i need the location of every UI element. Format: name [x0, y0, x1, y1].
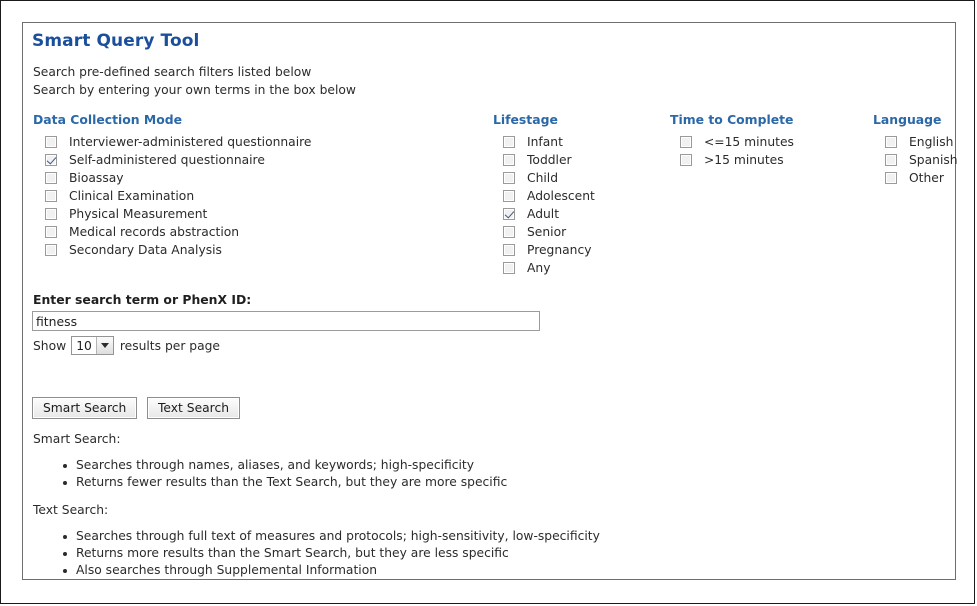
checkbox-icon[interactable]	[45, 190, 57, 202]
checkbox-icon[interactable]	[885, 172, 897, 184]
checkbox-row[interactable]: Physical Measurement	[33, 205, 311, 223]
filter-group-title: Data Collection Mode	[33, 112, 183, 127]
checkbox-row[interactable]: Clinical Examination	[33, 187, 311, 205]
smart-search-help-list: Searches through names, aliases, and key…	[63, 457, 507, 491]
outer-frame: Smart Query Tool Search pre-defined sear…	[0, 0, 975, 604]
checkbox-list: <=15 minutes >15 minutes	[670, 133, 794, 169]
checkbox-row[interactable]: English	[873, 133, 958, 151]
checkbox-checked-icon[interactable]	[503, 208, 515, 220]
text-search-help-list: Searches through full text of measures a…	[63, 528, 600, 579]
results-per-page-value: 10	[76, 338, 92, 353]
smart-query-tool-panel: Smart Query Tool Search pre-defined sear…	[22, 22, 958, 580]
checkbox-row[interactable]: Infant	[493, 133, 595, 151]
checkbox-row[interactable]: Child	[493, 169, 595, 187]
filter-group-language: Language English Spanish Other	[873, 112, 958, 187]
filter-group-time-to-complete: Time to Complete <=15 minutes >15 minutes	[670, 112, 794, 169]
search-input[interactable]	[32, 311, 540, 331]
page-title: Smart Query Tool	[32, 31, 200, 51]
checkbox-icon[interactable]	[45, 172, 57, 184]
checkbox-label: Child	[527, 171, 559, 185]
checkbox-icon[interactable]	[885, 154, 897, 166]
checkbox-label: Bioassay	[69, 171, 124, 185]
text-search-button[interactable]: Text Search	[147, 397, 241, 419]
checkbox-icon[interactable]	[45, 244, 57, 256]
checkbox-icon[interactable]	[503, 172, 515, 184]
checkbox-label: Spanish	[909, 153, 958, 167]
checkbox-label: Any	[527, 261, 551, 275]
checkbox-icon[interactable]	[503, 262, 515, 274]
checkbox-icon[interactable]	[45, 136, 57, 148]
checkbox-row[interactable]: Medical records abstraction	[33, 223, 311, 241]
filter-group-title: Lifestage	[493, 112, 558, 127]
results-per-page-control: Show 10 results per page	[33, 336, 220, 355]
checkbox-row[interactable]: <=15 minutes	[670, 133, 794, 151]
help-list-item: Also searches through Supplemental Infor…	[63, 562, 600, 579]
checkbox-label: >15 minutes	[704, 153, 784, 167]
checkbox-label: English	[909, 135, 954, 149]
checkbox-row[interactable]: Other	[873, 169, 958, 187]
help-list-item: Returns fewer results than the Text Sear…	[63, 474, 507, 491]
checkbox-row[interactable]: Toddler	[493, 151, 595, 169]
results-per-page-select[interactable]: 10	[71, 336, 114, 355]
checkbox-label: Interviewer-administered questionnaire	[69, 135, 312, 149]
checkbox-icon[interactable]	[45, 208, 57, 220]
checkbox-list: Interviewer-administered questionnaire Se…	[33, 133, 311, 259]
checkbox-icon[interactable]	[45, 226, 57, 238]
checkbox-row[interactable]: Secondary Data Analysis	[33, 241, 311, 259]
checkbox-row[interactable]: Self-administered questionnaire	[33, 151, 311, 169]
checkbox-label: Adult	[527, 207, 560, 221]
checkbox-row[interactable]: Any	[493, 259, 595, 277]
checkbox-icon[interactable]	[503, 190, 515, 202]
checkbox-icon[interactable]	[503, 136, 515, 148]
filter-group-data-collection-mode: Data Collection Mode Interviewer-adminis…	[33, 112, 311, 259]
show-label: Show	[33, 338, 67, 353]
checkbox-label: Pregnancy	[527, 243, 592, 257]
checkbox-list: English Spanish Other	[873, 133, 958, 187]
checkbox-label: Adolescent	[527, 189, 595, 203]
checkbox-row[interactable]: Adult	[493, 205, 595, 223]
checkbox-row[interactable]: Bioassay	[33, 169, 311, 187]
filter-group-title: Language	[873, 112, 942, 127]
checkbox-label: Clinical Examination	[69, 189, 195, 203]
checkbox-label: Other	[909, 171, 944, 185]
checkbox-label: Self-administered questionnaire	[69, 153, 265, 167]
checkbox-checked-icon[interactable]	[45, 154, 57, 166]
checkbox-row[interactable]: Interviewer-administered questionnaire	[33, 133, 311, 151]
checkbox-icon[interactable]	[680, 136, 692, 148]
checkbox-label: <=15 minutes	[704, 135, 794, 149]
subtitle-line-1: Search pre-defined search filters listed…	[33, 65, 312, 79]
chevron-down-icon[interactable]	[95, 337, 113, 354]
checkbox-icon[interactable]	[503, 154, 515, 166]
checkbox-icon[interactable]	[885, 136, 897, 148]
help-list-item: Searches through full text of measures a…	[63, 528, 600, 545]
search-field-label: Enter search term or PhenX ID:	[33, 292, 252, 307]
checkbox-icon[interactable]	[503, 226, 515, 238]
smart-search-help-heading: Smart Search:	[33, 432, 121, 446]
help-list-item: Returns more results than the Smart Sear…	[63, 545, 600, 562]
filter-group-title: Time to Complete	[670, 112, 794, 127]
subtitle-line-2: Search by entering your own terms in the…	[33, 83, 356, 97]
checkbox-row[interactable]: Senior	[493, 223, 595, 241]
checkbox-label: Medical records abstraction	[69, 225, 240, 239]
checkbox-row[interactable]: Adolescent	[493, 187, 595, 205]
checkbox-row[interactable]: >15 minutes	[670, 151, 794, 169]
checkbox-label: Toddler	[527, 153, 572, 167]
text-search-help-heading: Text Search:	[33, 503, 109, 517]
checkbox-icon[interactable]	[503, 244, 515, 256]
checkbox-label: Secondary Data Analysis	[69, 243, 222, 257]
checkbox-icon[interactable]	[680, 154, 692, 166]
checkbox-row[interactable]: Pregnancy	[493, 241, 595, 259]
results-per-page-suffix: results per page	[119, 338, 220, 353]
help-list-item: Searches through names, aliases, and key…	[63, 457, 507, 474]
checkbox-row[interactable]: Spanish	[873, 151, 958, 169]
checkbox-label: Physical Measurement	[69, 207, 208, 221]
checkbox-label: Infant	[527, 135, 563, 149]
filter-group-lifestage: Lifestage Infant Toddler Child Adolescent Ad…	[493, 112, 595, 277]
smart-search-button[interactable]: Smart Search	[32, 397, 138, 419]
checkbox-list: Infant Toddler Child Adolescent Adult Senior P…	[493, 133, 595, 277]
checkbox-label: Senior	[527, 225, 567, 239]
